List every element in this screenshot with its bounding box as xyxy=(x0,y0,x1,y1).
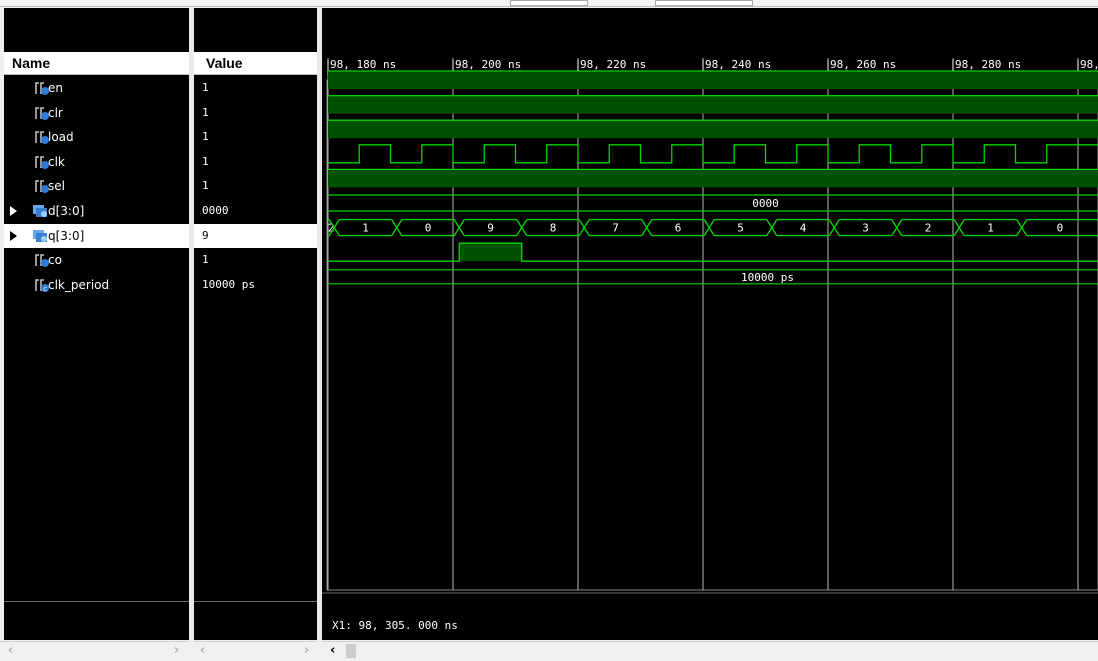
bus-transition xyxy=(766,219,778,236)
bus-value-label: 7 xyxy=(612,222,619,235)
toolbar-strip xyxy=(0,0,1098,7)
signal-name: clr xyxy=(48,105,63,120)
signal-row[interactable]: en xyxy=(4,76,189,100)
signal-name: sel xyxy=(48,179,65,194)
time-tick-label: 98, 240 ns xyxy=(705,58,771,71)
bus-value-label: 0 xyxy=(1057,222,1064,235)
value-pane-scrollbar[interactable]: ‹ › xyxy=(194,641,317,661)
bus-value-label: 1 xyxy=(987,222,994,235)
signal-row[interactable]: clr xyxy=(4,101,189,125)
signal-name: d[3:0] xyxy=(48,204,85,218)
waveform-pane[interactable]: 98, 180 ns 98, 200 ns 98, 220 ns 98, 240 ns… xyxy=(322,8,1098,640)
bus-transition xyxy=(453,219,465,236)
signal-value: 10000 ps xyxy=(202,277,255,291)
signal-row[interactable]: d[3:0] xyxy=(4,199,189,223)
bus-value-label: 8 xyxy=(550,222,557,235)
bus-transition xyxy=(891,219,903,236)
signal-name: co xyxy=(48,253,62,268)
name-column-header[interactable]: Name xyxy=(4,52,189,75)
signal-value: 1 xyxy=(202,130,209,144)
signal-value: 1 xyxy=(202,253,209,267)
toolbar-field[interactable] xyxy=(655,0,753,6)
logic-vector-icon xyxy=(32,203,48,219)
scroll-left-icon[interactable]: ‹ xyxy=(8,643,13,658)
expand-arrow-icon[interactable] xyxy=(10,230,17,241)
scroll-thumb[interactable] xyxy=(346,644,356,658)
signal-value: 1 xyxy=(202,81,209,94)
signal-name: q[3:0] xyxy=(48,228,85,243)
scroll-right-icon[interactable]: › xyxy=(304,643,309,658)
bus-value-label: 5 xyxy=(737,222,744,235)
bus-transition xyxy=(641,219,653,236)
toolbar-field[interactable] xyxy=(510,0,588,6)
bus-value-label: 10000 ps xyxy=(741,271,794,284)
signal-name: en xyxy=(48,81,63,95)
time-tick-label: 98, 260 ns xyxy=(830,58,896,71)
signal-row[interactable]: q[3:0] xyxy=(4,223,189,248)
high-level-fill xyxy=(328,95,1098,114)
scroll-left-icon[interactable]: ‹ xyxy=(330,643,335,658)
pane-divider xyxy=(194,601,317,602)
bus-transition xyxy=(516,219,528,236)
high-level-fill xyxy=(328,169,1098,188)
logic-vector-icon xyxy=(32,228,48,244)
signal-value-pane: Value 1 1 1 1 1 0000 9 1 10000 ps xyxy=(194,8,317,640)
signal-value: 1 xyxy=(202,179,209,193)
cursor-readout: X1: 98, 305. 000 ns xyxy=(332,619,458,632)
waveform-canvas[interactable]: 98, 180 ns 98, 200 ns 98, 220 ns 98, 240 ns… xyxy=(322,8,1098,640)
high-level-fill xyxy=(328,120,1098,139)
signal-row[interactable]: sel xyxy=(4,174,189,198)
bus-value-label: 4 xyxy=(800,222,807,235)
pane-divider xyxy=(4,601,189,602)
signal-value: 1 xyxy=(202,154,209,168)
bus-transition xyxy=(1016,219,1028,236)
high-level-fill xyxy=(459,243,522,262)
time-tick-label: 98, 200 ns xyxy=(455,58,521,71)
signal-value: 9 xyxy=(194,223,317,248)
co-waveform xyxy=(328,242,1098,262)
svg-text:c: c xyxy=(43,285,47,293)
bus-value-label: 0 xyxy=(425,222,432,235)
time-tick-label: 98, 220 ns xyxy=(580,58,646,71)
time-tick-label: 98, xyxy=(1080,58,1098,71)
bus-value-label: 6 xyxy=(675,222,682,235)
signal-name: clk_period xyxy=(48,277,110,292)
bus-value-label: 2 xyxy=(925,222,932,235)
wave-area-border xyxy=(326,79,1098,591)
signal-name-pane: Name en clr load clk sel d[3:0] q[3:0] co c clk_p… xyxy=(4,8,189,640)
bus-transition xyxy=(828,219,840,236)
value-column-header[interactable]: Value xyxy=(194,52,317,75)
bus-transition xyxy=(578,219,590,236)
signal-value: 0000 xyxy=(202,204,229,217)
high-level-fill xyxy=(328,71,1098,89)
scroll-left-icon[interactable]: ‹ xyxy=(200,643,205,658)
name-pane-scrollbar[interactable]: ‹ › xyxy=(0,641,189,661)
expand-arrow-icon[interactable] xyxy=(10,206,17,216)
clk-waveform xyxy=(328,144,1098,164)
signal-row[interactable]: c clk_period xyxy=(4,273,189,297)
bus-value-label: 0000 xyxy=(752,197,779,210)
bus-value-label: 3 xyxy=(862,222,869,235)
time-tick-label: 98, 280 ns xyxy=(955,58,1021,71)
bus-value-label: 1 xyxy=(362,222,369,235)
time-tick-label: 98, 180 ns xyxy=(330,58,396,71)
bus-transition xyxy=(391,219,403,236)
signal-value: 1 xyxy=(202,105,209,119)
bus-transition xyxy=(703,219,715,236)
signal-name: clk xyxy=(48,154,65,169)
signal-row[interactable]: load xyxy=(4,125,189,149)
wave-pane-scrollbar[interactable]: ‹ xyxy=(322,641,1098,661)
signal-row[interactable]: co xyxy=(4,248,189,272)
scroll-right-icon[interactable]: › xyxy=(174,643,179,658)
signal-row[interactable]: clk xyxy=(4,150,189,174)
bus-transition xyxy=(953,219,965,236)
bus-value-label: 9 xyxy=(487,222,494,235)
signal-name: load xyxy=(48,130,74,145)
